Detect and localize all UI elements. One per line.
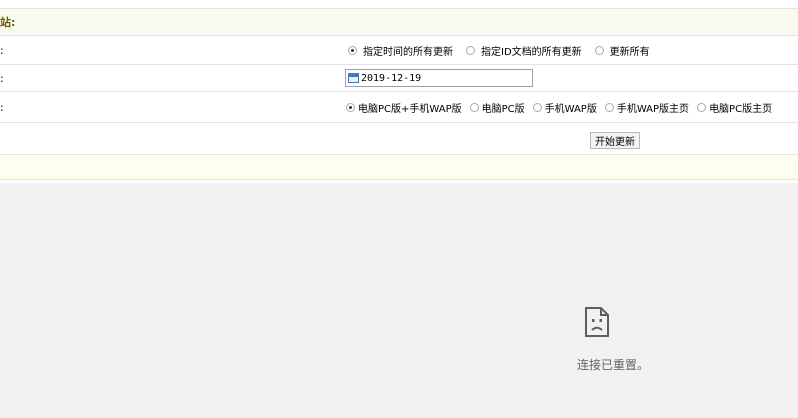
radio-button[interactable] (604, 102, 614, 112)
target-option-wap[interactable]: 手机WAP版 (529, 100, 597, 115)
update-mode-option-all[interactable]: 更新所有 (589, 43, 650, 58)
radio-button[interactable] (348, 45, 357, 55)
submit-row: 开始更新 (0, 123, 798, 155)
target-label: : (0, 100, 4, 114)
target-option-wap-home[interactable]: 手机WAP版主页 (601, 100, 689, 115)
option-label: 手机WAP版主页 (616, 103, 690, 115)
calendar-icon[interactable] (348, 73, 359, 83)
update-mode-option-id[interactable]: 指定ID文档的所有更新 (460, 43, 582, 58)
frame-error-area: 连接已重置。 (0, 183, 798, 418)
update-mode-row: : 指定时间的所有更新 指定ID文档的所有更新 更新所有 (0, 36, 798, 65)
date-row: : 2019-12-19 (0, 65, 798, 92)
option-label: 电脑PC版+手机WAP版 (358, 103, 462, 115)
radio-button[interactable] (594, 45, 604, 55)
target-option-pc-wap[interactable]: 电脑PC版+手机WAP版 (342, 100, 462, 115)
notice-bar (0, 155, 798, 180)
date-value-cell: 2019-12-19 (342, 65, 798, 91)
update-mode-option-time[interactable]: 指定时间的所有更新 (342, 43, 453, 58)
top-strip (0, 0, 798, 9)
target-row: : 电脑PC版+手机WAP版 电脑PC版 手机WAP版 手机WAP版主页 电脑P… (0, 92, 798, 123)
update-mode-label: : (0, 43, 4, 57)
option-label: 指定时间的所有更新 (363, 46, 453, 58)
option-label: 电脑PC版主页 (709, 103, 773, 115)
form-title-row: 站: (0, 9, 798, 36)
option-label: 电脑PC版 (481, 103, 525, 115)
option-label: 指定ID文档的所有更新 (481, 46, 582, 58)
form-title-label: 站: (0, 16, 16, 29)
date-value: 2019-12-19 (361, 72, 422, 84)
error-message: 连接已重置。 (577, 358, 650, 372)
update-mode-options: 指定时间的所有更新 指定ID文档的所有更新 更新所有 (342, 36, 798, 64)
start-update-button[interactable]: 开始更新 (590, 132, 640, 149)
radio-button[interactable] (532, 102, 542, 112)
target-options: 电脑PC版+手机WAP版 电脑PC版 手机WAP版 手机WAP版主页 电脑PC版… (342, 92, 798, 122)
radio-button[interactable] (466, 45, 475, 55)
date-label: : (0, 71, 4, 85)
radio-button[interactable] (346, 102, 355, 112)
option-label: 手机WAP版 (544, 103, 597, 115)
option-label: 更新所有 (609, 46, 650, 58)
sad-document-icon (585, 307, 609, 337)
radio-button[interactable] (469, 102, 479, 112)
target-option-pc[interactable]: 电脑PC版 (466, 100, 525, 115)
target-option-pc-home[interactable]: 电脑PC版主页 (693, 100, 772, 115)
date-input[interactable]: 2019-12-19 (345, 69, 533, 87)
radio-button[interactable] (697, 102, 707, 112)
